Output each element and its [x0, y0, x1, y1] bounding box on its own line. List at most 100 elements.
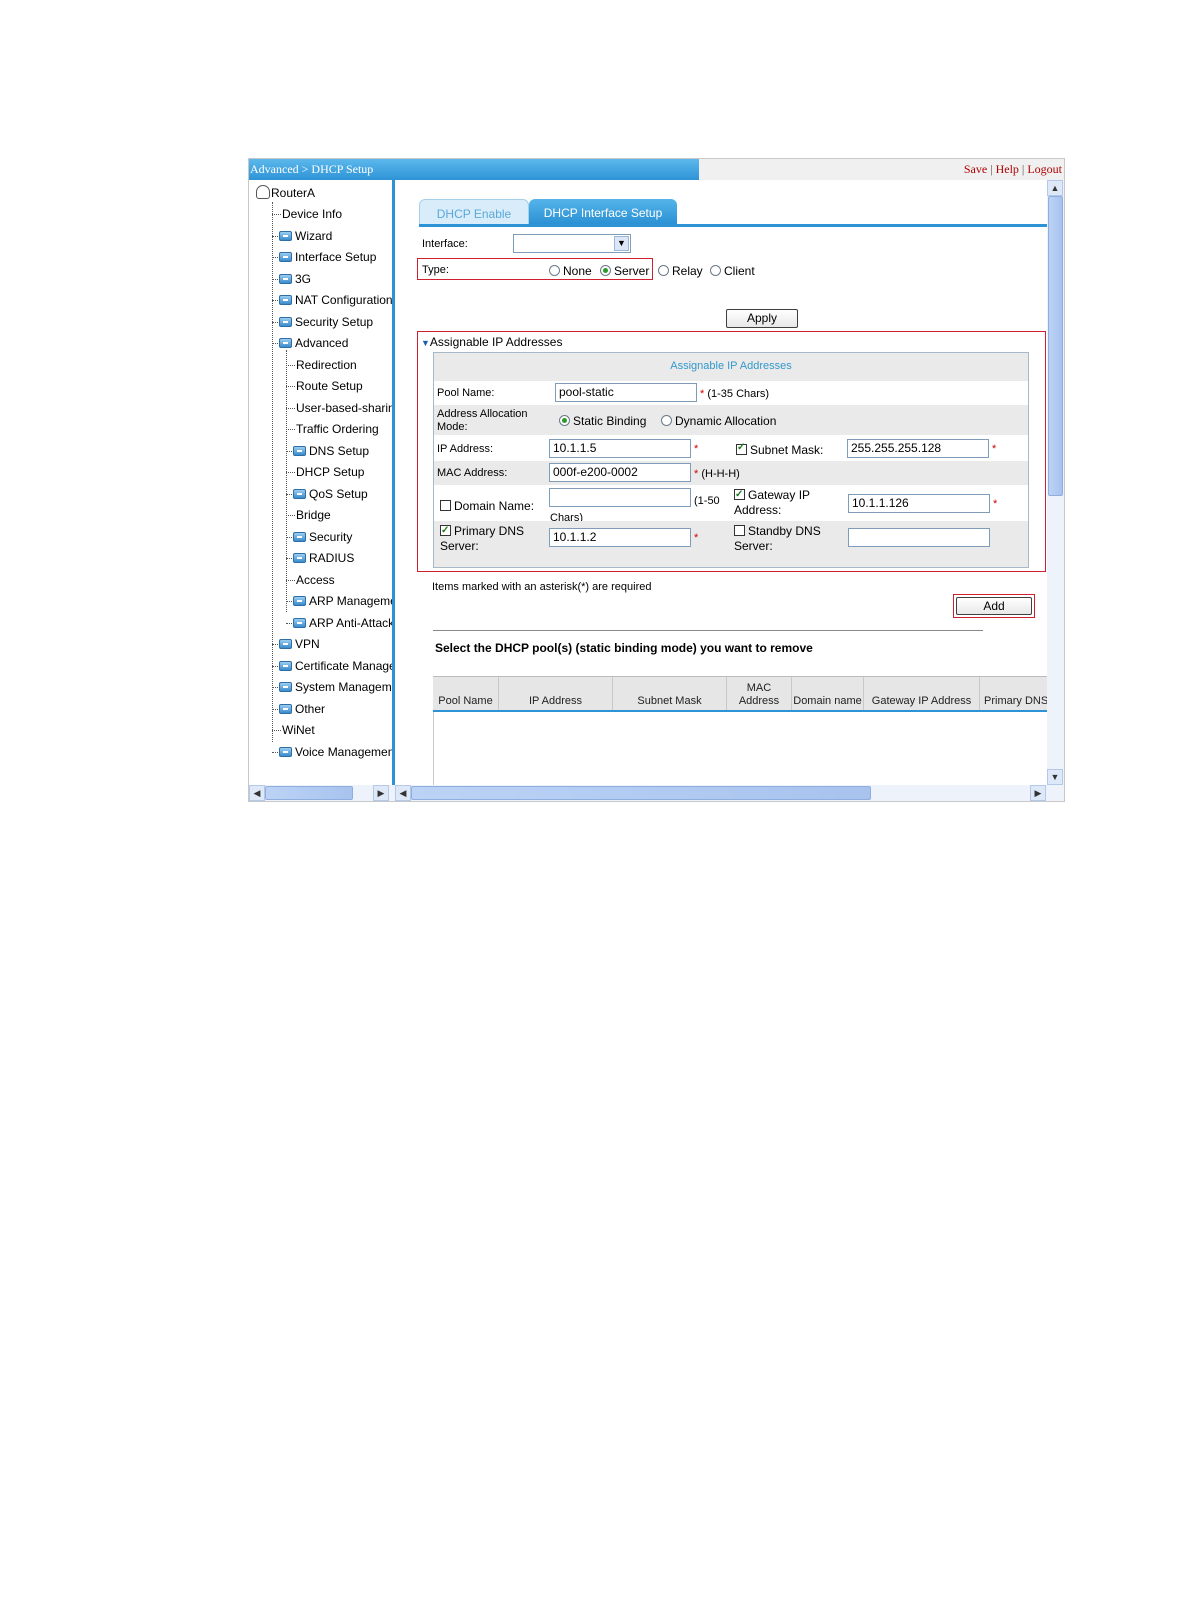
- pool-name-input[interactable]: pool-static: [555, 383, 697, 402]
- nav-horizontal-scrollbar[interactable]: ◀ ▶: [249, 785, 395, 801]
- radio-none[interactable]: [549, 265, 560, 276]
- tree-item[interactable]: DNS Setup: [293, 443, 369, 459]
- tree-item[interactable]: VPN: [279, 636, 320, 652]
- primary-dns-input[interactable]: 10.1.1.2: [549, 528, 691, 547]
- column-header: Gateway IP Address: [864, 677, 980, 711]
- tree-item[interactable]: Wizard: [279, 228, 332, 244]
- subnet-mask-field[interactable]: Subnet Mask:: [736, 442, 823, 457]
- scroll-left-icon[interactable]: ◀: [395, 785, 411, 801]
- nav-scroll-thumb[interactable]: [265, 786, 353, 800]
- primary-dns-checkbox[interactable]: [440, 523, 451, 538]
- tree-item[interactable]: Traffic Ordering: [296, 421, 379, 437]
- tree-item[interactable]: WiNet: [282, 722, 315, 738]
- pool-table-title-row: Assignable IP Addresses: [434, 353, 1028, 381]
- gateway-field[interactable]: Gateway IP Address:: [734, 487, 834, 518]
- domain-name-checkbox[interactable]: [440, 500, 451, 511]
- alloc-static-option[interactable]: Static Binding: [559, 414, 646, 428]
- radio-relay[interactable]: [658, 265, 669, 276]
- tree-item[interactable]: Interface Setup: [279, 249, 376, 265]
- add-button[interactable]: Add: [956, 597, 1032, 615]
- tree-item[interactable]: Certificate Management: [279, 658, 392, 674]
- type-option-none[interactable]: None: [549, 264, 592, 278]
- tree-item-label: Traffic Ordering: [296, 422, 379, 436]
- tree-item[interactable]: NAT Configuration: [279, 292, 392, 308]
- tree-item-label: System Management: [295, 680, 392, 694]
- save-link[interactable]: Save: [964, 162, 987, 176]
- domain-name-label: Domain Name:: [454, 499, 535, 513]
- main-horizontal-scrollbar[interactable]: ◀ ▶: [395, 785, 1064, 801]
- type-option-server-label: Server: [614, 264, 650, 278]
- mac-address-input[interactable]: 000f-e200-0002: [549, 463, 691, 482]
- tree-item-label: Access: [296, 572, 335, 587]
- tree-root-routera[interactable]: RouterA: [256, 185, 315, 201]
- tree-item[interactable]: Other: [279, 701, 325, 717]
- tree-item-label: QoS Setup: [309, 486, 368, 501]
- primary-dns-field[interactable]: Primary DNS Server:: [440, 523, 540, 554]
- primary-dns-label: Primary DNS Server:: [440, 524, 525, 553]
- standby-dns-checkbox[interactable]: [734, 525, 745, 536]
- folder-icon: [279, 746, 292, 757]
- pool-section-header[interactable]: ▼Assignable IP Addresses: [421, 335, 562, 349]
- tab-dhcp-enable[interactable]: DHCP Enable: [419, 199, 529, 225]
- tree-connector: [272, 751, 278, 753]
- tree-item[interactable]: Access: [296, 572, 335, 588]
- domain-name-field[interactable]: Domain Name:: [440, 499, 534, 513]
- scroll-up-icon[interactable]: ▲: [1047, 180, 1063, 196]
- tree-item-label: Redirection: [296, 357, 357, 372]
- apply-button[interactable]: Apply: [726, 309, 798, 328]
- subnet-mask-input[interactable]: 255.255.255.128: [847, 439, 989, 458]
- subnet-mask-checkbox[interactable]: [736, 442, 747, 455]
- tree-item[interactable]: QoS Setup: [293, 486, 368, 502]
- main-scroll-thumb[interactable]: [411, 786, 871, 800]
- tree-connector: [286, 450, 292, 452]
- alloc-dynamic-option[interactable]: Dynamic Allocation: [661, 414, 776, 428]
- alloc-dynamic-label: Dynamic Allocation: [675, 414, 777, 428]
- tree-item[interactable]: RADIUS: [293, 550, 354, 566]
- tree-connector: [286, 579, 295, 581]
- tree-item[interactable]: ARP Anti-Attack: [293, 615, 392, 631]
- gateway-checkbox[interactable]: [734, 487, 745, 502]
- tree-item[interactable]: Device Info: [282, 206, 342, 222]
- radio-client[interactable]: [710, 265, 721, 276]
- vertical-scroll-thumb[interactable]: [1048, 196, 1063, 496]
- folder-icon: [293, 445, 306, 456]
- folder-icon: [279, 682, 292, 692]
- scroll-right-icon[interactable]: ▶: [1030, 785, 1046, 801]
- interface-select[interactable]: ▼: [513, 234, 631, 253]
- tree-item[interactable]: Route Setup: [296, 378, 363, 394]
- scroll-down-icon[interactable]: ▼: [1047, 769, 1063, 785]
- folder-icon: [293, 488, 306, 499]
- radio-static-binding[interactable]: [559, 415, 570, 426]
- chevron-down-icon[interactable]: ▼: [614, 236, 629, 251]
- help-link[interactable]: Help: [996, 162, 1019, 176]
- tree-item[interactable]: Bridge: [296, 507, 331, 523]
- tree-item[interactable]: 3G: [279, 271, 311, 287]
- standby-dns-input[interactable]: [848, 528, 990, 547]
- tree-item[interactable]: Advanced: [279, 335, 348, 351]
- type-option-relay[interactable]: Relay: [658, 264, 703, 278]
- tree-item[interactable]: Voice Management: [279, 744, 392, 760]
- ip-address-label: IP Address:: [437, 443, 494, 455]
- tab-dhcp-interface-setup[interactable]: DHCP Interface Setup: [529, 199, 677, 225]
- triangle-down-icon: ▼: [421, 338, 430, 348]
- tree-item[interactable]: ARP Management: [293, 593, 392, 609]
- gateway-input[interactable]: 10.1.1.126: [848, 494, 990, 513]
- type-option-client-label: Client: [724, 264, 755, 278]
- standby-dns-field[interactable]: Standby DNS Server:: [734, 524, 834, 554]
- logout-link[interactable]: Logout: [1027, 162, 1062, 176]
- tree-item[interactable]: DHCP Setup: [296, 464, 364, 480]
- tree-item[interactable]: Security Setup: [279, 314, 373, 330]
- tree-item[interactable]: Security: [293, 529, 352, 545]
- tree-item[interactable]: User-based-sharing: [296, 400, 392, 416]
- scroll-right-icon[interactable]: ▶: [373, 785, 389, 801]
- tree-item[interactable]: System Management: [279, 679, 392, 695]
- tree-item-label: Security: [309, 529, 353, 544]
- tree-item[interactable]: Redirection: [296, 357, 357, 373]
- radio-dynamic-allocation[interactable]: [661, 415, 672, 426]
- ip-address-input[interactable]: 10.1.1.5: [549, 439, 691, 458]
- main-vertical-scrollbar[interactable]: ▲ ▼: [1047, 180, 1064, 785]
- radio-server[interactable]: [600, 265, 611, 276]
- type-option-client[interactable]: Client: [710, 264, 755, 278]
- type-option-server[interactable]: Server: [600, 264, 649, 278]
- scroll-left-icon[interactable]: ◀: [249, 785, 265, 801]
